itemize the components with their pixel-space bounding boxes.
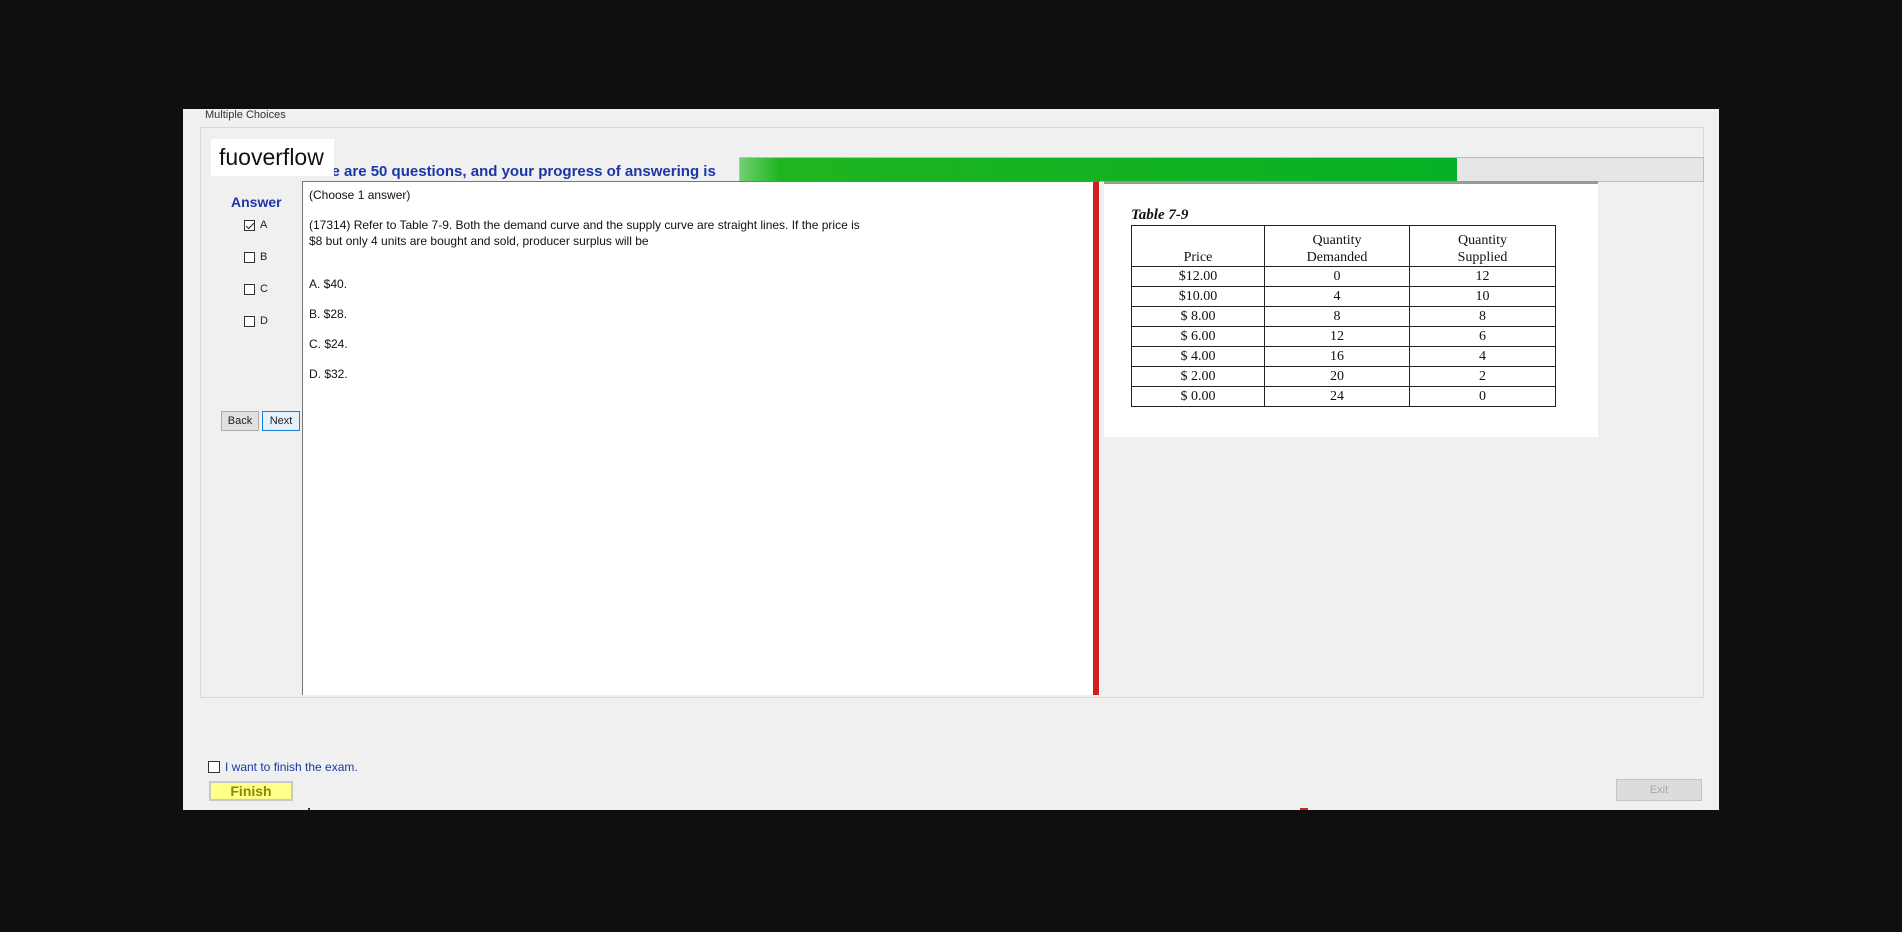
cell-price: $10.00 [1131,286,1265,307]
answer-option-label: A [260,219,268,231]
tab-multiple-choices[interactable]: Multiple Choices [203,109,288,121]
panel-top-border [1104,181,1598,184]
cell-demanded: 4 [1264,286,1410,307]
cell-supplied: 10 [1409,286,1556,307]
header-quantity-demanded: Quantity Demanded [1264,225,1410,267]
cell-price: $ 2.00 [1131,366,1265,387]
header-quantity-supplied: Quantity Supplied [1409,225,1556,267]
cell-supplied: 6 [1409,326,1556,347]
answer-option-a[interactable]: A [244,219,267,231]
table-title: Table 7-9 [1131,207,1189,223]
cell-price: $ 0.00 [1131,386,1265,407]
checkbox-d[interactable] [244,315,255,327]
progress-bar-fill [740,158,1458,181]
table-row: $10.00 4 10 [1131,286,1556,307]
answer-option-d[interactable]: D [244,315,268,327]
table-row: $ 4.00 16 4 [1131,346,1556,367]
finish-button[interactable]: Finish [209,781,293,801]
watermark-logo: fuoverflow [211,139,334,176]
cell-supplied: 0 [1409,386,1556,407]
finish-exam-option[interactable]: I want to finish the exam. [208,760,358,774]
choice-d-text: D. $32. [309,367,348,381]
cell-demanded: 24 [1264,386,1410,407]
question-group: fuoverflow There are 50 questions, and y… [200,127,1704,698]
cell-supplied: 2 [1409,366,1556,387]
question-line-2: $8 but only 4 units are bought and sold,… [309,234,649,248]
progress-bar [739,157,1704,182]
header-price: Price [1131,225,1265,267]
answer-option-label: B [260,251,268,263]
finish-exam-checkbox[interactable] [208,761,220,773]
supply-demand-table: Price Quantity Demanded Quantity Supplied … [1131,225,1556,407]
next-button[interactable]: Next [262,411,300,431]
cell-price: $12.00 [1131,266,1265,287]
answer-option-label: D [260,315,268,327]
cell-demanded: 0 [1264,266,1410,287]
cell-price: $ 8.00 [1131,306,1265,327]
choice-c-text: C. $24. [309,337,348,351]
answer-heading: Answer [231,194,282,210]
bottom-strip [183,810,1719,822]
exam-window: Multiple Choices fuoverflow There are 50… [183,109,1719,822]
answer-option-b[interactable]: B [244,251,267,263]
answer-option-label: C [260,283,268,295]
question-text-area[interactable]: (Choose 1 answer) (17314) Refer to Table… [302,181,1100,695]
table-row: $12.00 0 12 [1131,266,1556,287]
checkbox-c[interactable] [244,283,255,295]
cell-price: $ 6.00 [1131,326,1265,347]
choice-b-text: B. $28. [309,307,348,321]
question-instruction: (Choose 1 answer) [309,188,411,202]
cell-demanded: 8 [1264,306,1410,327]
choice-a-text: A. $40. [309,277,348,291]
table-row: $ 8.00 8 8 [1131,306,1556,327]
cell-supplied: 4 [1409,346,1556,367]
checkbox-b[interactable] [244,251,255,263]
cell-supplied: 8 [1409,306,1556,327]
reference-table-panel: Table 7-9 Price Quantity Demanded Quantit… [1104,181,1598,437]
cell-demanded: 20 [1264,366,1410,387]
finish-exam-label: I want to finish the exam. [225,760,358,774]
cell-demanded: 16 [1264,346,1410,367]
cell-price: $ 4.00 [1131,346,1265,367]
progress-label: There are 50 questions, and your progres… [299,163,716,180]
question-line-1: (17314) Refer to Table 7-9. Both the dem… [309,218,860,232]
panel-divider[interactable] [1093,182,1099,695]
answer-option-c[interactable]: C [244,283,268,295]
table-row: $ 0.00 24 0 [1131,386,1556,407]
back-button[interactable]: Back [221,411,259,431]
cell-demanded: 12 [1264,326,1410,347]
checkbox-a[interactable] [244,219,255,231]
cell-supplied: 12 [1409,266,1556,287]
table-row: $ 2.00 20 2 [1131,366,1556,387]
exit-button[interactable]: Exit [1616,779,1702,801]
table-row: $ 6.00 12 6 [1131,326,1556,347]
